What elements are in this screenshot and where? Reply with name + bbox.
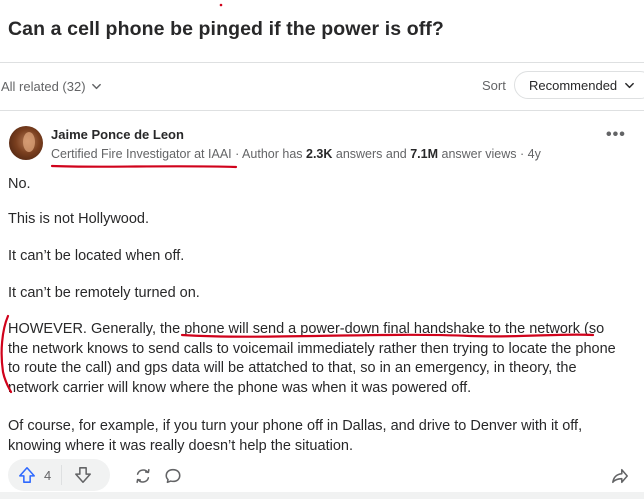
upvote-count: 4 bbox=[44, 467, 52, 483]
sort-dropdown[interactable]: Recommended bbox=[514, 71, 644, 99]
answer-paragraph: No. bbox=[8, 176, 31, 192]
downvote-arrow-icon bbox=[75, 467, 92, 483]
answer-paragraph: HOWEVER. Generally, the phone will send … bbox=[8, 321, 616, 396]
sort-label: Sort bbox=[482, 78, 506, 93]
bottom-bar bbox=[0, 492, 644, 499]
author-name[interactable]: Jaime Ponce de Leon bbox=[51, 127, 184, 142]
chevron-down-icon bbox=[625, 82, 635, 88]
forward-share-button[interactable] bbox=[609, 465, 631, 487]
sort-value: Recommended bbox=[529, 77, 618, 93]
forward-share-icon bbox=[612, 468, 628, 484]
chevron-down-icon bbox=[91, 83, 101, 90]
downvote-button[interactable] bbox=[62, 459, 92, 491]
comment-button[interactable] bbox=[162, 465, 184, 487]
more-options-icon[interactable]: ••• bbox=[606, 126, 626, 144]
divider bbox=[0, 110, 644, 111]
upvote-arrow-icon bbox=[19, 467, 35, 483]
action-bar: 4 bbox=[0, 459, 644, 492]
question-title[interactable]: Can a cell phone be pinged if the power … bbox=[8, 18, 444, 41]
avatar[interactable] bbox=[9, 126, 43, 160]
red-dot bbox=[219, 3, 223, 7]
upvote-button[interactable]: 4 bbox=[8, 459, 51, 491]
answer-paragraph: This is not Hollywood. bbox=[8, 211, 150, 227]
credential-underline bbox=[50, 164, 238, 169]
vote-pill: 4 bbox=[8, 459, 110, 491]
author-credential-line: Certified Fire Investigator at IAAI · Au… bbox=[51, 147, 541, 161]
all-related-label: All related (32) bbox=[1, 79, 86, 94]
answer-paragraph: Of course, for example, if you turn your… bbox=[8, 418, 583, 454]
author-credential[interactable]: Certified Fire Investigator at IAAI bbox=[51, 147, 232, 161]
answer-paragraph: It can’t be located when off. bbox=[8, 248, 185, 264]
answer-paragraph: It can’t be remotely turned on. bbox=[8, 285, 200, 301]
share-rotate-icon bbox=[136, 468, 150, 484]
comment-bubble-icon bbox=[165, 468, 181, 484]
share-button[interactable] bbox=[132, 465, 154, 487]
all-related-dropdown[interactable]: All related (32) bbox=[1, 79, 102, 94]
